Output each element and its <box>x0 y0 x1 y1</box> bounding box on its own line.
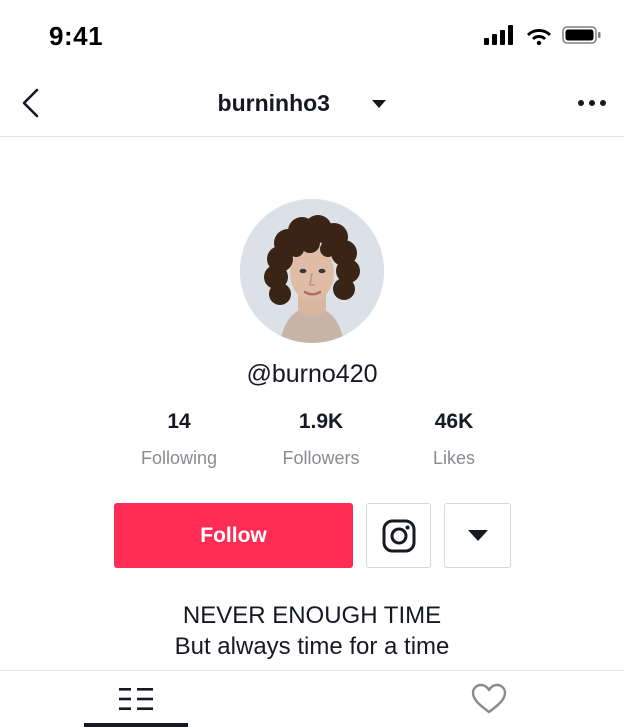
avatar <box>240 199 384 343</box>
more-options-button[interactable] <box>444 503 511 568</box>
bio-line: But always time for a time <box>174 633 450 660</box>
status-time: 9:41 <box>49 21 104 51</box>
header-username[interactable]: burninho3 <box>218 90 330 117</box>
heart-icon <box>471 683 507 714</box>
more-icon[interactable] <box>578 92 606 114</box>
tab-videos[interactable] <box>84 671 188 727</box>
status-icons <box>484 25 602 45</box>
signal-icon <box>484 25 513 45</box>
tab-liked[interactable] <box>437 671 541 727</box>
stat-value: 46K <box>434 410 474 433</box>
stat-value: 14 <box>167 410 191 433</box>
account-switcher[interactable]: burninho3 <box>0 90 624 117</box>
stat-label: Following <box>140 448 218 468</box>
stat-likes[interactable]: 46K Likes <box>374 410 534 469</box>
profile-handle: @burno420 <box>246 360 378 388</box>
profile-bio: NEVER ENOUGH TIME But always time for a … <box>0 600 624 662</box>
follow-button[interactable]: Follow <box>114 503 353 568</box>
battery-icon <box>562 26 601 44</box>
nav-bar: burninho3 <box>0 70 624 137</box>
instagram-icon <box>382 519 415 552</box>
caret-down-icon[interactable] <box>372 99 387 108</box>
caret-down-icon <box>467 530 488 541</box>
bio-line: NEVER ENOUGH TIME <box>182 602 442 629</box>
active-tab-indicator <box>84 723 188 727</box>
stat-following[interactable]: 14 Following <box>99 410 259 469</box>
stat-label: Likes <box>432 448 476 468</box>
wifi-icon <box>527 29 551 45</box>
list-icon <box>119 688 153 710</box>
instagram-button[interactable] <box>366 503 431 568</box>
status-bar: 9:41 <box>0 0 624 70</box>
